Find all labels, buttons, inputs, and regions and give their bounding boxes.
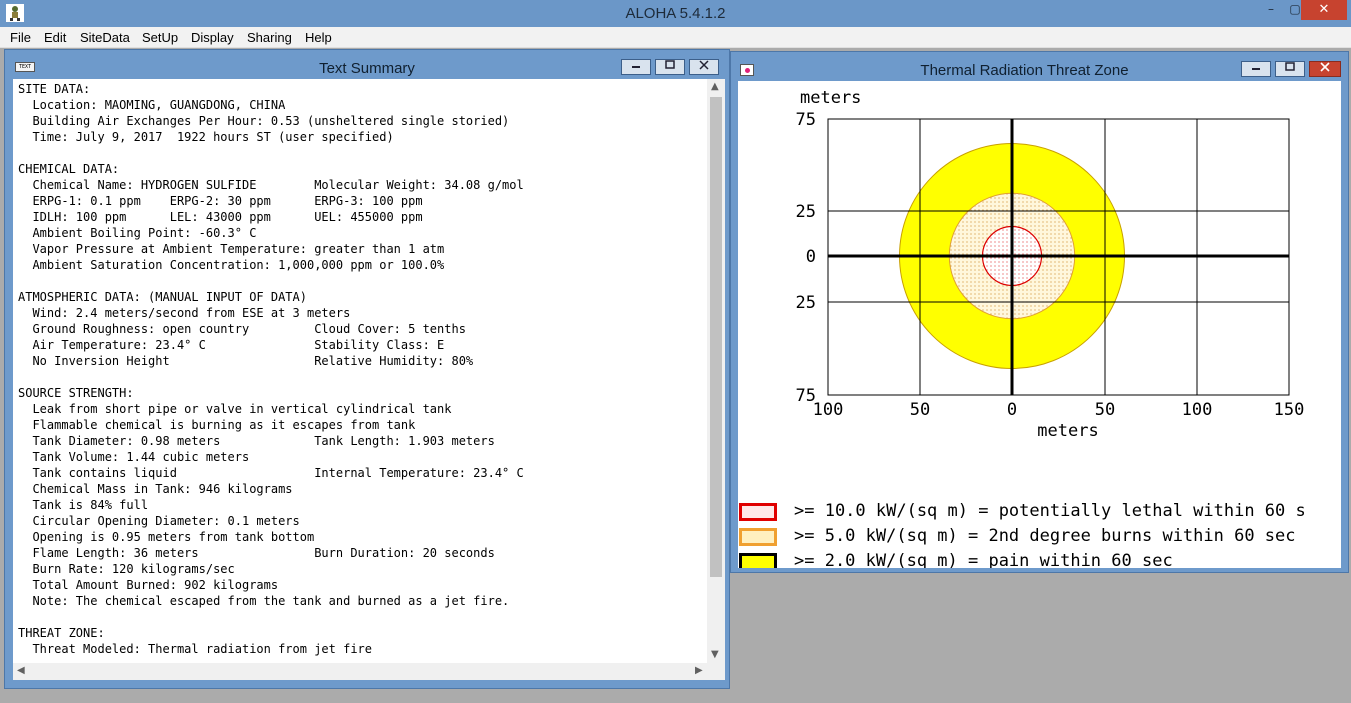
summary-line: SOURCE STRENGTH: bbox=[18, 386, 134, 400]
summary-line: Opening is 0.95 meters from tank bottom bbox=[18, 530, 315, 544]
x-axis-title: meters bbox=[1037, 421, 1098, 441]
summary-line: Wind: 2.4 meters/second from ESE at 3 me… bbox=[18, 306, 351, 320]
x-tick-label: 0 bbox=[1007, 400, 1017, 420]
app-title: ALOHA 5.4.1.2 bbox=[625, 5, 726, 22]
text-summary-window: TEXT Text Summary SITE DATA: Location: M… bbox=[4, 49, 730, 689]
menu-file[interactable]: File bbox=[10, 30, 31, 45]
legend-label-lethal: >= 10.0 kW/(sq m) = potentially lethal w… bbox=[794, 501, 1306, 521]
x-tick-label: 50 bbox=[910, 400, 930, 420]
scroll-down-icon[interactable]: ▼ bbox=[711, 649, 719, 660]
summary-line: ATMOSPHERIC DATA: (MANUAL INPUT OF DATA) bbox=[18, 290, 307, 304]
summary-line: Ambient Boiling Point: -60.3° C bbox=[18, 226, 257, 240]
legend-swatch-burns bbox=[739, 528, 777, 546]
close-button[interactable]: ✕ bbox=[1301, 0, 1347, 20]
menu-sitedata[interactable]: SiteData bbox=[80, 30, 130, 45]
summary-line: Tank Volume: 1.44 cubic meters bbox=[18, 450, 250, 464]
legend-label-burns: >= 5.0 kW/(sq m) = 2nd degree burns with… bbox=[794, 526, 1296, 546]
app-titlebar: ALOHA 5.4.1.2 – ▢ ✕ bbox=[0, 0, 1351, 27]
summary-line: Note: The chemical escaped from the tank… bbox=[18, 594, 510, 608]
summary-line: Tank Diameter: 0.98 meters Tank Length: … bbox=[18, 434, 495, 448]
summary-line: Total Amount Burned: 902 kilograms bbox=[18, 578, 279, 592]
x-tick-label: 100 bbox=[813, 400, 844, 420]
summary-line: Flammable chemical is burning as it esca… bbox=[18, 418, 416, 432]
summary-line: Time: July 9, 2017 1922 hours ST (user s… bbox=[18, 130, 394, 144]
summary-line: Circular Opening Diameter: 0.1 meters bbox=[18, 514, 300, 528]
legend-label-pain: >= 2.0 kW/(sq m) = pain within 60 sec bbox=[794, 551, 1173, 568]
summary-line: Chemical Name: HYDROGEN SULFIDE Molecula… bbox=[18, 178, 524, 192]
summary-line bbox=[18, 369, 524, 385]
menu-sharing[interactable]: Sharing bbox=[247, 30, 292, 45]
minimize-icon bbox=[632, 66, 640, 68]
summary-line bbox=[18, 273, 524, 289]
threat-window-restore-button[interactable] bbox=[1275, 61, 1305, 77]
threat-window-close-button[interactable] bbox=[1309, 61, 1341, 77]
summary-text: SITE DATA: Location: MAOMING, GUANGDONG,… bbox=[18, 81, 524, 657]
y-tick-label: 75 bbox=[796, 110, 816, 130]
menu-display[interactable]: Display bbox=[191, 30, 234, 45]
summary-line: Threat Modeled: Thermal radiation from j… bbox=[18, 642, 373, 656]
summary-line: CHEMICAL DATA: bbox=[18, 162, 120, 176]
vertical-scrollbar[interactable]: ▲ ▼ bbox=[707, 79, 725, 663]
minimize-button[interactable]: – bbox=[1258, 0, 1284, 20]
threat-zone-titlebar[interactable]: Thermal Radiation Threat Zone bbox=[731, 52, 1348, 82]
y-tick-label: 25 bbox=[796, 202, 816, 222]
x-tick-label: 100 bbox=[1182, 400, 1213, 420]
summary-line: Burn Rate: 120 kilograms/sec bbox=[18, 562, 235, 576]
summary-line: Ambient Saturation Concentration: 1,000,… bbox=[18, 258, 445, 272]
horizontal-scrollbar[interactable]: ◀ ▶ bbox=[13, 663, 725, 680]
summary-line: Location: MAOMING, GUANGDONG, CHINA bbox=[18, 98, 286, 112]
scroll-up-icon[interactable]: ▲ bbox=[711, 81, 719, 92]
legend-swatch-lethal bbox=[739, 503, 777, 521]
y-tick-label: 0 bbox=[806, 247, 816, 267]
scroll-right-icon[interactable]: ▶ bbox=[695, 665, 703, 676]
summary-line: Air Temperature: 23.4° C Stability Class… bbox=[18, 338, 445, 352]
summary-line: Tank contains liquid Internal Temperatur… bbox=[18, 466, 524, 480]
threat-zone-plot[interactable]: meters 75 25 0 25 75 100 50 0 50 100 150… bbox=[738, 81, 1341, 568]
summary-line: Leak from short pipe or valve in vertica… bbox=[18, 402, 452, 416]
summary-line bbox=[18, 145, 524, 161]
summary-line: Vapor Pressure at Ambient Temperature: g… bbox=[18, 242, 445, 256]
summary-line: No Inversion Height Relative Humidity: 8… bbox=[18, 354, 474, 368]
x-tick-label: 150 bbox=[1274, 400, 1305, 420]
summary-line: Flame Length: 36 meters Burn Duration: 2… bbox=[18, 546, 495, 560]
summary-line: SITE DATA: bbox=[18, 82, 91, 96]
summary-line bbox=[18, 609, 524, 625]
text-summary-content[interactable]: SITE DATA: Location: MAOMING, GUANGDONG,… bbox=[13, 79, 707, 679]
threat-zone-window: Thermal Radiation Threat Zone meters 75 … bbox=[730, 51, 1349, 573]
restore-icon bbox=[1285, 62, 1295, 71]
threat-window-minimize-button[interactable] bbox=[1241, 61, 1271, 77]
summary-line: Tank is 84% full bbox=[18, 498, 149, 512]
text-window-restore-button[interactable] bbox=[655, 59, 685, 75]
x-tick-label: 50 bbox=[1095, 400, 1115, 420]
menu-edit[interactable]: Edit bbox=[44, 30, 66, 45]
menu-help[interactable]: Help bbox=[305, 30, 332, 45]
vertical-scroll-thumb[interactable] bbox=[710, 97, 722, 577]
y-tick-label: 25 bbox=[796, 293, 816, 313]
menu-bar: File Edit SiteData SetUp Display Sharing… bbox=[0, 27, 1351, 48]
close-icon bbox=[1320, 62, 1330, 72]
text-window-minimize-button[interactable] bbox=[621, 59, 651, 75]
summary-line: Chemical Mass in Tank: 946 kilograms bbox=[18, 482, 293, 496]
menu-setup[interactable]: SetUp bbox=[142, 30, 178, 45]
minimize-icon bbox=[1252, 68, 1260, 70]
summary-line: IDLH: 100 ppm LEL: 43000 ppm UEL: 455000… bbox=[18, 210, 423, 224]
summary-line: THREAT ZONE: bbox=[18, 626, 105, 640]
scroll-left-icon[interactable]: ◀ bbox=[17, 665, 25, 676]
text-summary-titlebar[interactable]: TEXT Text Summary bbox=[5, 50, 729, 80]
summary-line: Ground Roughness: open country Cloud Cov… bbox=[18, 322, 466, 336]
y-axis-title: meters bbox=[800, 88, 861, 108]
legend-swatch-pain bbox=[739, 553, 777, 568]
summary-line: Building Air Exchanges Per Hour: 0.53 (u… bbox=[18, 114, 510, 128]
threat-zone-chart: meters 75 25 0 25 75 100 50 0 50 100 150… bbox=[796, 88, 1305, 441]
restore-icon bbox=[665, 60, 675, 69]
summary-line: ERPG-1: 0.1 ppm ERPG-2: 30 ppm ERPG-3: 1… bbox=[18, 194, 423, 208]
